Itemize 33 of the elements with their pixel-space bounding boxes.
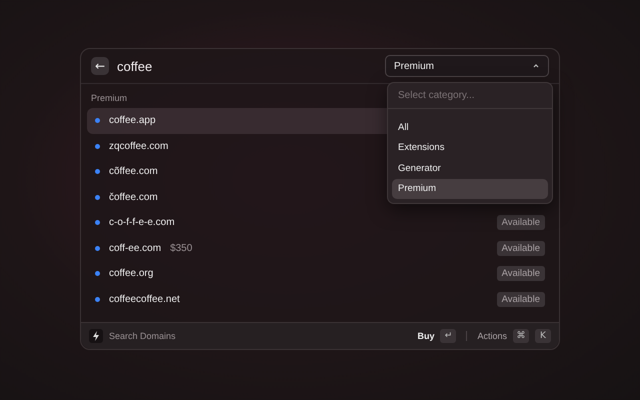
- domain-name: c-o-f-f-e-e.com: [109, 217, 175, 228]
- buy-action[interactable]: Buy: [417, 331, 434, 341]
- key-hint: ↵: [440, 329, 456, 343]
- search-query[interactable]: coffee: [117, 58, 377, 74]
- availability-tag: Available: [496, 215, 545, 230]
- domain-row[interactable]: coffeecoffee.net Available: [87, 286, 553, 312]
- actions-action[interactable]: Actions: [477, 331, 507, 341]
- category-option[interactable]: Generator: [392, 158, 548, 178]
- domain-row[interactable]: c-o-f-f-e-e.com Available: [87, 210, 553, 236]
- lightning-icon: [89, 329, 103, 343]
- category-option[interactable]: Premium: [392, 178, 548, 199]
- category-select[interactable]: Premium: [385, 55, 549, 77]
- domain-price: $350: [170, 242, 192, 254]
- availability-tag: Available: [496, 292, 545, 307]
- key-hint: K: [535, 329, 551, 343]
- category-search-field[interactable]: Select category...: [388, 83, 552, 109]
- domain-name: coffee.org: [109, 268, 154, 280]
- footer-title: Search Domains: [109, 331, 177, 341]
- availability-tag: Available: [496, 240, 545, 256]
- domain-name: coff-ee.com: [109, 242, 162, 254]
- availability-tag: Available: [496, 266, 545, 282]
- domain-row[interactable]: coffee.org Available: [87, 261, 553, 286]
- domain-name: čoffee.com: [109, 192, 158, 203]
- domain-name: zqcoffee.com: [109, 140, 168, 152]
- caret-icon: [532, 62, 540, 70]
- section-heading: Premium: [91, 93, 128, 103]
- key-hint: ⌘: [513, 329, 529, 343]
- domain-name: coffee.app: [109, 115, 156, 126]
- domain-name: cõffee.com: [109, 166, 158, 178]
- category-option[interactable]: Extensions: [392, 138, 548, 158]
- domain-name: coffeecoffee.net: [109, 294, 180, 305]
- back-button[interactable]: ←: [91, 57, 109, 75]
- domain-row[interactable]: coff-ee.com $350 Available: [87, 236, 553, 261]
